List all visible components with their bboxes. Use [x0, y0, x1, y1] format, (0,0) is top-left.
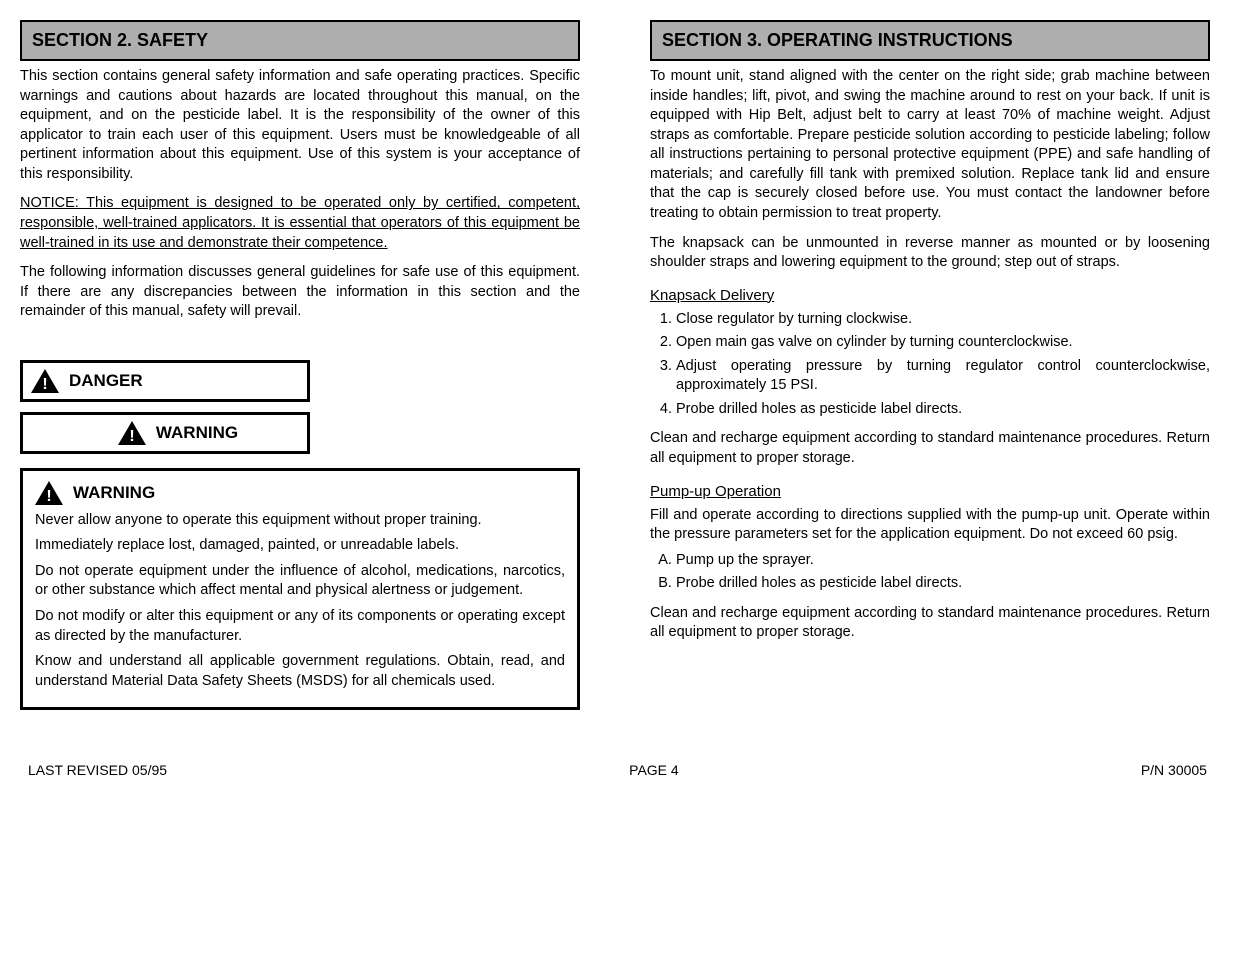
warning-full-p4: Do not modify or alter this equipment or… — [35, 607, 565, 646]
knapsack-delivery-title: Knapsack Delivery — [650, 287, 1210, 304]
warning-icon: ! — [35, 481, 63, 505]
danger-label: DANGER — [69, 371, 143, 391]
knapsack-post-text: Clean and recharge equipment according t… — [650, 429, 1210, 468]
danger-box: ! DANGER — [20, 360, 310, 402]
safety-para-1: This section contains general safety inf… — [20, 67, 580, 184]
svg-text:!: ! — [46, 488, 51, 505]
safety-para-3: The following information discusses gene… — [20, 263, 580, 322]
pumpup-post-text: Clean and recharge equipment according t… — [650, 604, 1210, 643]
notice-label: NOTICE: — [20, 195, 86, 211]
list-item: Probe drilled holes as pesticide label d… — [676, 574, 1210, 594]
page-footer: LAST REVISED 05/95 PAGE 4 P/N 30005 — [0, 750, 1235, 798]
section-2-title: SECTION 2. SAFETY — [20, 20, 580, 61]
pumpup-intro: Fill and operate according to directions… — [650, 506, 1210, 545]
warning-full-p3: Do not operate equipment under the influ… — [35, 562, 565, 601]
left-column: SECTION 2. SAFETY This section contains … — [20, 20, 580, 710]
warning-box-full: ! WARNING Never allow anyone to operate … — [20, 468, 580, 711]
footer-partno: P/N 30005 — [1141, 762, 1207, 778]
list-item: Probe drilled holes as pesticide label d… — [676, 400, 1210, 420]
warning-icon: ! — [31, 369, 59, 393]
warning-full-p2: Immediately replace lost, damaged, paint… — [35, 536, 565, 556]
footer-revised: LAST REVISED 05/95 — [28, 762, 167, 778]
safety-para-2: NOTICE: This equipment is designed to be… — [20, 194, 580, 253]
warning-label-small: WARNING — [156, 423, 238, 443]
warning-label-full: WARNING — [73, 483, 155, 503]
notice-body: This equipment is designed to be operate… — [20, 195, 580, 250]
pumpup-steps-list: Pump up the sprayer. Probe drilled holes… — [650, 551, 1210, 594]
list-item: Adjust operating pressure by turning reg… — [676, 357, 1210, 396]
svg-text:!: ! — [42, 376, 47, 393]
warning-full-p5: Know and understand all applicable gover… — [35, 652, 565, 691]
knapsack-steps-list: Close regulator by turning clockwise. Op… — [650, 310, 1210, 420]
right-column: SECTION 3. OPERATING INSTRUCTIONS To mou… — [650, 20, 1210, 710]
pumpup-title: Pump-up Operation — [650, 483, 1210, 500]
list-item: Pump up the sprayer. — [676, 551, 1210, 571]
op-para-1: To mount unit, stand aligned with the ce… — [650, 67, 1210, 224]
warning-full-p1: Never allow anyone to operate this equip… — [35, 511, 565, 531]
warning-box-small: ! WARNING — [20, 412, 310, 454]
op-para-2: The knapsack can be unmounted in reverse… — [650, 234, 1210, 273]
section-3-title: SECTION 3. OPERATING INSTRUCTIONS — [650, 20, 1210, 61]
footer-page: PAGE 4 — [629, 762, 679, 778]
list-item: Close regulator by turning clockwise. — [676, 310, 1210, 330]
svg-text:!: ! — [129, 428, 134, 445]
warning-icon: ! — [118, 421, 146, 445]
list-item: Open main gas valve on cylinder by turni… — [676, 333, 1210, 353]
